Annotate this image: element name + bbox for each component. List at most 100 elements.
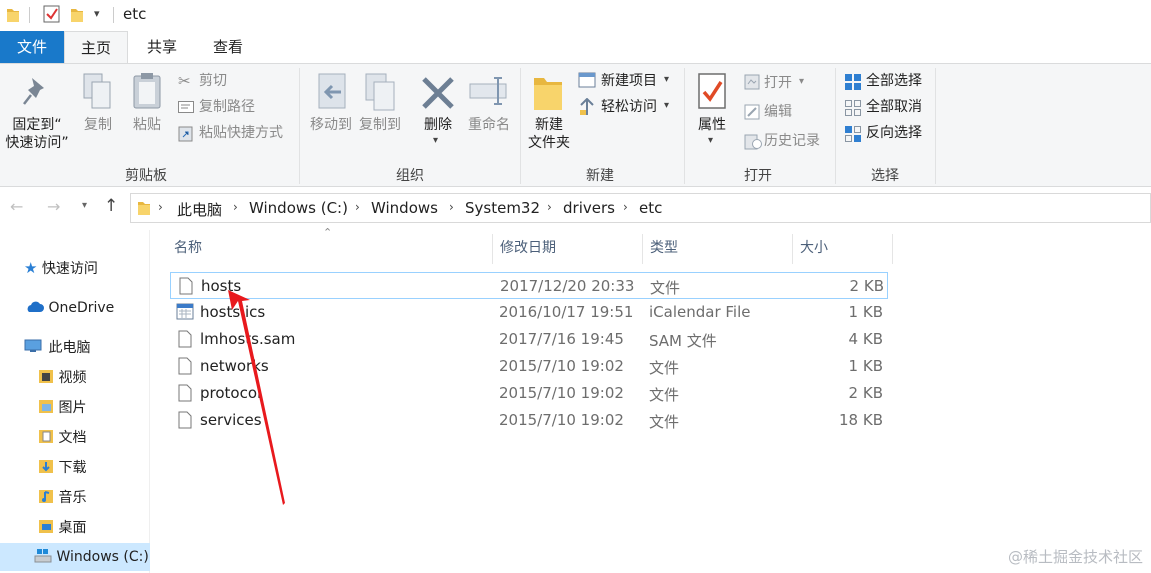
breadcrumb-chevron-icon[interactable]: ›	[623, 200, 628, 214]
tab-share[interactable]: 共享	[130, 31, 194, 63]
address-bar[interactable]: › 此电脑 › Windows (C:) › Windows › System3…	[130, 193, 1151, 223]
edit-button[interactable]: 编辑	[764, 102, 792, 122]
column-separator[interactable]	[892, 234, 893, 264]
file-type: 文件	[649, 386, 680, 404]
properties-button[interactable]: 属性	[690, 116, 734, 134]
history-button[interactable]: 历史记录	[764, 131, 820, 151]
group-label-clipboard: 剪贴板	[125, 168, 167, 184]
edit-icon	[744, 104, 760, 120]
back-arrow-icon[interactable]: ←	[10, 197, 23, 216]
easy-access-chevron-icon[interactable]: ▾	[664, 100, 669, 111]
properties-chevron-icon[interactable]: ▾	[708, 135, 713, 146]
file-date: 2015/7/10 19:02	[499, 411, 624, 429]
group-label-open: 打开	[744, 168, 772, 184]
breadcrumb-etc[interactable]: etc	[639, 199, 662, 217]
title-separator	[113, 7, 114, 23]
nav-documents[interactable]: 文档	[38, 424, 86, 452]
breadcrumb-chevron-icon[interactable]: ›	[449, 200, 454, 214]
new-item-button[interactable]: 新建项目	[601, 71, 657, 91]
breadcrumb-system32[interactable]: System32	[465, 199, 540, 217]
customize-toolbar-chevron-icon[interactable]: ▾	[94, 7, 100, 20]
delete-button[interactable]: 删除	[416, 116, 460, 134]
column-header-size[interactable]: 大小	[792, 230, 892, 266]
title-separator	[29, 7, 30, 23]
new-item-chevron-icon[interactable]: ▾	[664, 74, 669, 85]
nav-videos[interactable]: 视频	[38, 364, 86, 392]
nav-music[interactable]: 音乐	[38, 484, 86, 512]
table-row[interactable]: lmhosts.sam 2017/7/16 19:45 SAM 文件 4 KB	[170, 326, 888, 353]
ribbon-tabs: 文件 主页 共享 查看	[0, 31, 1151, 64]
invert-selection-icon	[845, 126, 861, 142]
file-name: networks	[200, 357, 269, 375]
cut-button[interactable]: 剪切	[199, 71, 227, 91]
paste-button[interactable]: 粘贴	[127, 116, 167, 134]
group-label-select: 选择	[871, 168, 899, 184]
breadcrumb-chevron-icon[interactable]: ›	[355, 200, 360, 214]
ribbon-separator	[299, 68, 300, 184]
nav-this-pc[interactable]: 此电脑	[24, 334, 90, 362]
title-bar: ▾ etc	[0, 0, 1151, 30]
delete-icon	[422, 77, 454, 109]
rename-button[interactable]: 重命名	[462, 116, 516, 134]
breadcrumb-chevron-icon[interactable]: ›	[233, 200, 238, 214]
nav-pictures[interactable]: 图片	[38, 394, 86, 422]
breadcrumb-drivers[interactable]: drivers	[563, 199, 615, 217]
move-to-button[interactable]: 移动到	[303, 116, 359, 134]
nav-label: Windows (C:)	[56, 549, 149, 565]
forward-arrow-icon[interactable]: →	[47, 197, 60, 216]
copy-to-button[interactable]: 复制到	[352, 116, 408, 134]
file-icon	[179, 277, 193, 295]
breadcrumb-this-pc[interactable]: 此电脑	[177, 199, 222, 220]
column-header-name[interactable]: 名称	[166, 230, 492, 266]
nav-quick-access[interactable]: ★ 快速访问	[24, 254, 98, 282]
invert-selection-button[interactable]: 反向选择	[866, 123, 922, 143]
ribbon-separator	[520, 68, 521, 184]
file-name: protocol	[200, 384, 262, 402]
nav-c-drive[interactable]: Windows (C:)	[0, 543, 150, 571]
column-header-type[interactable]: 类型	[642, 230, 792, 266]
file-list: ⌃ 名称 修改日期 类型 大小 hosts 2017/12/20 20:33 文…	[160, 226, 1151, 573]
column-header-date[interactable]: 修改日期	[492, 230, 642, 266]
new-folder-quick-icon[interactable]	[70, 7, 84, 23]
open-chevron-icon[interactable]: ▾	[799, 76, 804, 87]
up-arrow-icon[interactable]: ↑	[104, 196, 118, 216]
table-row[interactable]: protocol 2015/7/10 19:02 文件 2 KB	[170, 380, 888, 407]
breadcrumb-chevron-icon[interactable]: ›	[158, 200, 163, 214]
recent-locations-chevron-icon[interactable]: ▾	[82, 200, 87, 211]
downloads-folder-icon	[39, 460, 53, 473]
open-button[interactable]: 打开	[764, 73, 792, 93]
navigation-bar: ← → ▾ ↑ › 此电脑 › Windows (C:) › Windows ›…	[0, 193, 1151, 223]
new-folder-button[interactable]: 新建 文件夹	[524, 116, 574, 152]
navigation-pane: ★ 快速访问 OneDrive 此电脑 视频 图片 文档 下载 音乐 桌面 Wi…	[0, 230, 150, 573]
nav-desktop[interactable]: 桌面	[38, 514, 86, 542]
nav-label: 视频	[58, 370, 87, 386]
properties-icon	[698, 73, 726, 109]
breadcrumb-c-drive[interactable]: Windows (C:)	[249, 199, 348, 217]
tab-home[interactable]: 主页	[64, 31, 128, 64]
file-size: 18 KB	[839, 411, 883, 429]
copy-icon	[83, 73, 111, 109]
breadcrumb-windows[interactable]: Windows	[371, 199, 438, 217]
pin-quick-access-button[interactable]: 固定到“ 快速访问”	[0, 116, 74, 152]
breadcrumb-chevron-icon[interactable]: ›	[547, 200, 552, 214]
tab-view[interactable]: 查看	[196, 31, 260, 63]
table-row[interactable]: hosts.ics 2016/10/17 19:51 iCalendar Fil…	[170, 299, 888, 326]
tab-file[interactable]: 文件	[0, 31, 64, 63]
easy-access-button[interactable]: 轻松访问	[601, 97, 657, 117]
copy-path-button[interactable]: 复制路径	[199, 97, 255, 117]
file-date: 2015/7/10 19:02	[499, 384, 624, 402]
table-row[interactable]: networks 2015/7/10 19:02 文件 1 KB	[170, 353, 888, 380]
file-type: SAM 文件	[649, 332, 717, 350]
table-row[interactable]: hosts 2017/12/20 20:33 文件 2 KB	[170, 272, 888, 299]
nav-downloads[interactable]: 下载	[38, 454, 86, 482]
copy-button[interactable]: 复制	[78, 116, 118, 134]
nav-onedrive[interactable]: OneDrive	[24, 294, 114, 322]
properties-quick-icon[interactable]	[43, 5, 61, 23]
computer-icon	[24, 339, 42, 352]
paste-shortcut-button[interactable]: 粘贴快捷方式	[199, 123, 283, 143]
file-size: 2 KB	[849, 277, 884, 295]
delete-dropdown-chevron-icon[interactable]: ▾	[433, 135, 438, 146]
table-row[interactable]: services 2015/7/10 19:02 文件 18 KB	[170, 407, 888, 434]
select-all-button[interactable]: 全部选择	[866, 71, 922, 91]
select-none-button[interactable]: 全部取消	[866, 97, 922, 117]
